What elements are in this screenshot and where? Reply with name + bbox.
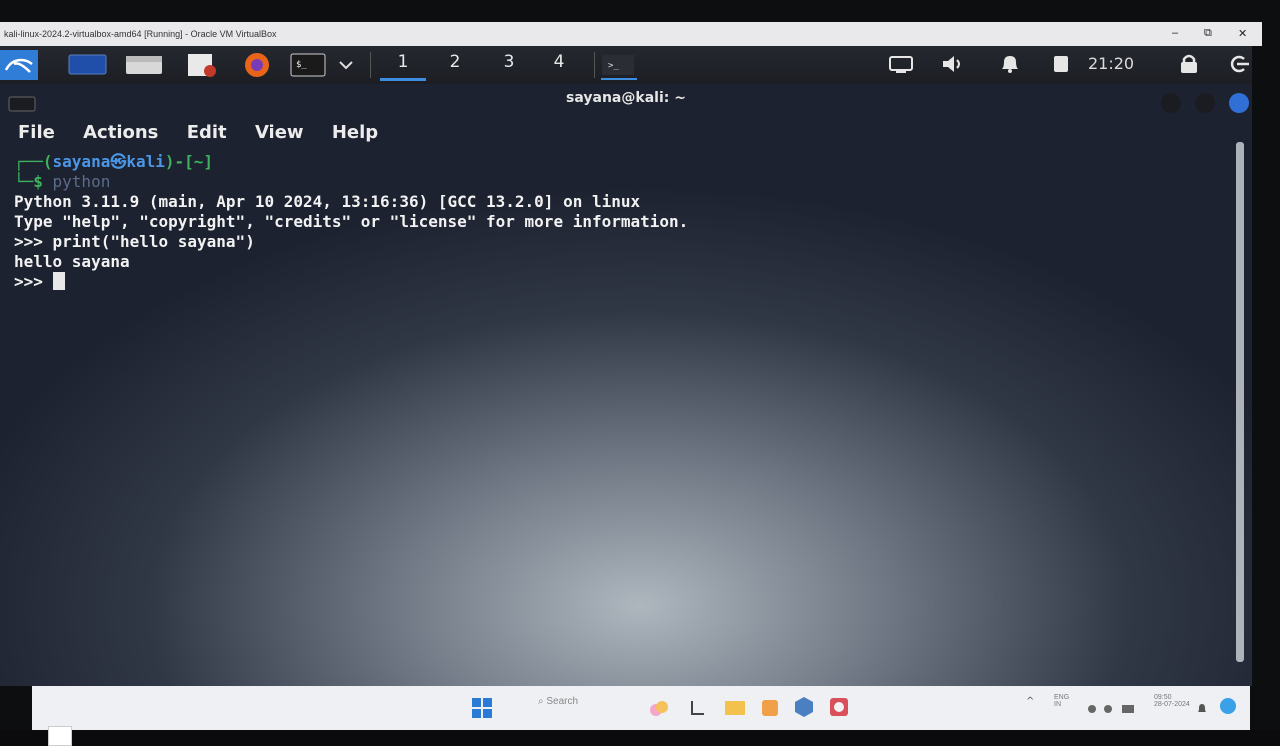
- prompt-line-1: ┌──(sayana㉿kali)-[~]: [14, 152, 1214, 172]
- terminal-output[interactable]: ┌──(sayana㉿kali)-[~] └─$ python Python 3.1…: [14, 152, 1214, 292]
- restore-button[interactable]: ⧉: [1204, 27, 1212, 40]
- minimize-button[interactable]: –: [1172, 27, 1178, 39]
- lock-screen-icon[interactable]: [1178, 53, 1200, 79]
- prompt-line-2: └─$ python: [14, 172, 1214, 192]
- workspace-2[interactable]: 2: [430, 52, 480, 72]
- language-region: IN: [1054, 701, 1061, 708]
- virtualbox-window-title: kali-linux-2024.2-virtualbox-amd64 [Runn…: [4, 29, 277, 39]
- workspace-3[interactable]: 3: [484, 52, 534, 72]
- svg-text:$_: $_: [296, 60, 307, 70]
- maximize-window-icon[interactable]: [1194, 92, 1216, 118]
- typed-command: python: [52, 172, 111, 191]
- virtualbox-app-icon[interactable]: [794, 696, 814, 722]
- repl-prompt: >>>: [14, 272, 53, 291]
- copilot-icon[interactable]: [1218, 696, 1238, 720]
- prompt-user: sayana㉿kali: [52, 152, 165, 171]
- language-indicator[interactable]: ENG IN: [1054, 694, 1069, 708]
- taskbar-search[interactable]: ⌕ Search: [538, 696, 658, 718]
- kali-top-panel: $_ 1 2 3 4 >_ 21:20: [0, 46, 1252, 84]
- vm-screen: $_ 1 2 3 4 >_ 21:20 sayana@kali: ~ File …: [0, 46, 1252, 686]
- file-manager-icon[interactable]: [124, 52, 164, 80]
- prompt-open: ┌──(: [14, 152, 53, 171]
- task-view-icon[interactable]: [688, 698, 708, 722]
- windows-start-icon[interactable]: [472, 698, 492, 722]
- output-line: Python 3.11.9 (main, Apr 10 2024, 13:16:…: [14, 192, 641, 211]
- close-button[interactable]: ✕: [1238, 27, 1247, 40]
- panel-divider: [370, 52, 371, 78]
- host-date: 28-07-2024: [1154, 701, 1190, 708]
- terminal-launcher-icon[interactable]: $_: [290, 52, 328, 82]
- text-editor-icon[interactable]: [186, 52, 222, 82]
- show-desktop-icon[interactable]: [68, 52, 108, 80]
- app-icon-orange[interactable]: [760, 698, 780, 722]
- prompt-dollar: └─$: [14, 172, 53, 191]
- panel-clock[interactable]: 21:20: [1088, 54, 1134, 73]
- prompt-path: )-[~]: [164, 152, 214, 171]
- close-window-icon[interactable]: [1228, 92, 1250, 118]
- output-line: >>> print("hello sayana"): [14, 232, 255, 251]
- host-time: 09:50: [1154, 694, 1172, 701]
- text-cursor: [52, 272, 65, 290]
- app-icon-red[interactable]: [828, 696, 850, 722]
- workspace-1[interactable]: 1: [378, 52, 428, 81]
- language-code: ENG: [1054, 694, 1070, 701]
- output-line: Type "help", "copyright", "credits" or "…: [14, 212, 689, 231]
- firefox-icon[interactable]: [240, 52, 276, 82]
- kali-menu-icon[interactable]: [0, 50, 38, 84]
- minimize-window-icon[interactable]: [1160, 92, 1182, 118]
- terminal-scrollbar[interactable]: [1236, 142, 1244, 662]
- workspace-4[interactable]: 4: [534, 52, 584, 72]
- terminal-window-title: sayana@kali: ~: [566, 90, 686, 106]
- menu-actions[interactable]: Actions: [83, 122, 158, 143]
- widget-icon[interactable]: [648, 698, 670, 722]
- search-placeholder: Search: [546, 696, 579, 707]
- terminal-task-icon[interactable]: >_: [600, 52, 638, 84]
- panel-divider-2: [594, 52, 595, 78]
- tray-chevron-up-icon[interactable]: ^: [1026, 696, 1034, 707]
- output-line: hello sayana: [14, 252, 130, 271]
- monitor-bezel: [0, 730, 1280, 745]
- menu-view[interactable]: View: [255, 122, 304, 143]
- network-icon[interactable]: [888, 54, 914, 78]
- virtualbox-title-bar: kali-linux-2024.2-virtualbox-amd64 [Runn…: [0, 22, 1262, 46]
- wifi-volume-battery-icons[interactable]: [1086, 700, 1136, 719]
- menu-help[interactable]: Help: [332, 122, 378, 143]
- menu-edit[interactable]: Edit: [187, 122, 227, 143]
- svg-text:>_: >_: [608, 61, 619, 71]
- host-taskbar: ⌕ Search ^ ENG IN 09:50 28-07-2024: [32, 686, 1250, 730]
- chevron-down-icon[interactable]: [338, 56, 354, 75]
- menu-file[interactable]: File: [18, 122, 55, 143]
- notification-icon[interactable]: [1196, 700, 1208, 719]
- window-thumbnail-icon: [48, 726, 72, 746]
- logout-icon[interactable]: [1228, 53, 1250, 79]
- notification-bell-icon[interactable]: [998, 53, 1022, 79]
- explorer-icon[interactable]: [724, 698, 746, 720]
- host-clock[interactable]: 09:50 28-07-2024: [1154, 694, 1190, 708]
- terminal-menubar: File Actions Edit View Help: [18, 122, 400, 143]
- battery-icon[interactable]: [1052, 54, 1072, 78]
- volume-icon[interactable]: [940, 54, 966, 78]
- repl-input-line[interactable]: >>>: [14, 272, 1214, 292]
